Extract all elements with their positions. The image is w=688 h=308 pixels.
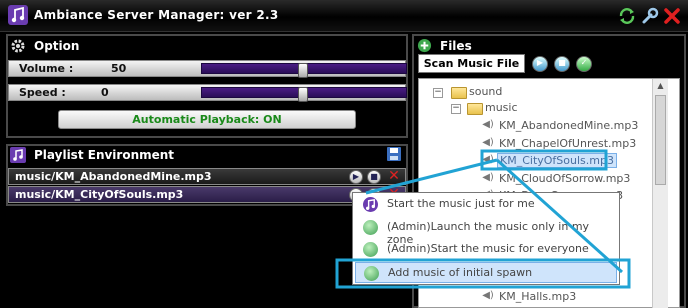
- stop-icon[interactable]: ■: [554, 56, 570, 72]
- gear-icon: [11, 39, 25, 53]
- stop-icon[interactable]: ■: [367, 170, 381, 184]
- speaker-icon: ◀): [482, 154, 494, 165]
- music-note-icon: [10, 147, 26, 163]
- volume-slider-thumb[interactable]: [298, 63, 308, 78]
- speed-label: Speed :: [19, 86, 66, 99]
- volume-row: Volume : 50: [8, 60, 407, 78]
- tree-scrollbar[interactable]: ▲: [652, 79, 668, 308]
- menu-item-start-for-everyone[interactable]: (Admin)Start the music for everyone: [355, 239, 617, 260]
- close-icon[interactable]: [663, 7, 681, 25]
- speaker-icon: ◀): [482, 172, 494, 183]
- add-icon: [364, 266, 379, 281]
- speaker-icon: ◀): [482, 119, 494, 130]
- save-icon[interactable]: [386, 146, 402, 162]
- speed-slider-thumb[interactable]: [298, 87, 308, 102]
- menu-item-add-initial-spawn[interactable]: Add music of initial spawn: [355, 262, 617, 283]
- speed-row: Speed : 0: [8, 84, 407, 102]
- wrench-icon[interactable]: [641, 7, 659, 25]
- playlist-item-label: music/KM_CityOfSouls.mp3: [15, 188, 184, 201]
- remove-icon[interactable]: ✕: [387, 169, 401, 184]
- check-icon[interactable]: ✓: [576, 56, 592, 72]
- play-icon[interactable]: ▶: [532, 56, 548, 72]
- tree-item-selected[interactable]: KM_CityOfSouls.mp3: [497, 153, 617, 168]
- tree-item[interactable]: KM_CloudOfSorrow.mp3: [499, 172, 630, 185]
- app-title: Ambiance Server Manager: ver 2.3: [34, 8, 279, 22]
- title-bar: Ambiance Server Manager: ver 2.3: [0, 0, 688, 32]
- collapse-icon[interactable]: −: [433, 88, 443, 98]
- tree-item[interactable]: KM_Halls.mp3: [499, 290, 576, 303]
- volume-label: Volume :: [19, 62, 74, 75]
- collapse-icon[interactable]: −: [451, 104, 461, 114]
- tree-item[interactable]: KM_ChapelOfUnrest.mp3: [499, 137, 636, 150]
- playlist-item[interactable]: music/KM_AbandonedMine.mp3 ▶ ■ ✕: [8, 168, 406, 185]
- volume-slider[interactable]: [201, 63, 407, 78]
- scan-music-file-button[interactable]: Scan Music File: [418, 54, 525, 73]
- add-icon: [417, 38, 432, 53]
- option-title: Option: [34, 39, 80, 53]
- files-title: Files: [440, 39, 472, 53]
- globe-icon: [363, 220, 378, 235]
- tree-node-music[interactable]: music: [485, 101, 518, 114]
- automatic-playback-button[interactable]: Automatic Playback: ON: [58, 110, 356, 129]
- menu-item-label: (Admin)Start the music for everyone: [387, 242, 589, 255]
- speaker-icon: ◀): [482, 290, 494, 301]
- music-note-icon: [363, 197, 378, 212]
- playlist-item[interactable]: music/KM_CityOfSouls.mp3 ▶ ■ ✕: [8, 186, 406, 203]
- speed-value: 0: [101, 86, 109, 99]
- tree-node-sound[interactable]: sound: [469, 85, 502, 98]
- playlist-item-label: music/KM_AbandonedMine.mp3: [15, 170, 212, 183]
- globe-icon: [363, 242, 378, 257]
- context-menu: Start the music just for me (Admin)Launc…: [352, 192, 620, 285]
- scroll-up-icon[interactable]: ▲: [655, 81, 666, 92]
- speed-slider[interactable]: [201, 87, 407, 102]
- play-icon[interactable]: ▶: [349, 170, 363, 184]
- refresh-icon[interactable]: [618, 7, 636, 25]
- menu-item-start-for-me[interactable]: Start the music just for me: [355, 194, 617, 215]
- menu-item-launch-in-zone[interactable]: (Admin)Launch the music only in my zone: [355, 217, 617, 246]
- menu-item-label: Add music of initial spawn: [388, 266, 533, 279]
- volume-value: 50: [111, 62, 127, 75]
- menu-item-label: Start the music just for me: [387, 197, 535, 210]
- folder-icon: [451, 87, 467, 99]
- playlist-title: Playlist Environment: [34, 148, 175, 162]
- speaker-icon: ◀): [482, 137, 494, 148]
- folder-icon: [467, 103, 483, 115]
- scroll-thumb[interactable]: [655, 95, 666, 185]
- tree-item[interactable]: KM_AbandonedMine.mp3: [499, 119, 638, 132]
- music-note-icon: [8, 5, 28, 25]
